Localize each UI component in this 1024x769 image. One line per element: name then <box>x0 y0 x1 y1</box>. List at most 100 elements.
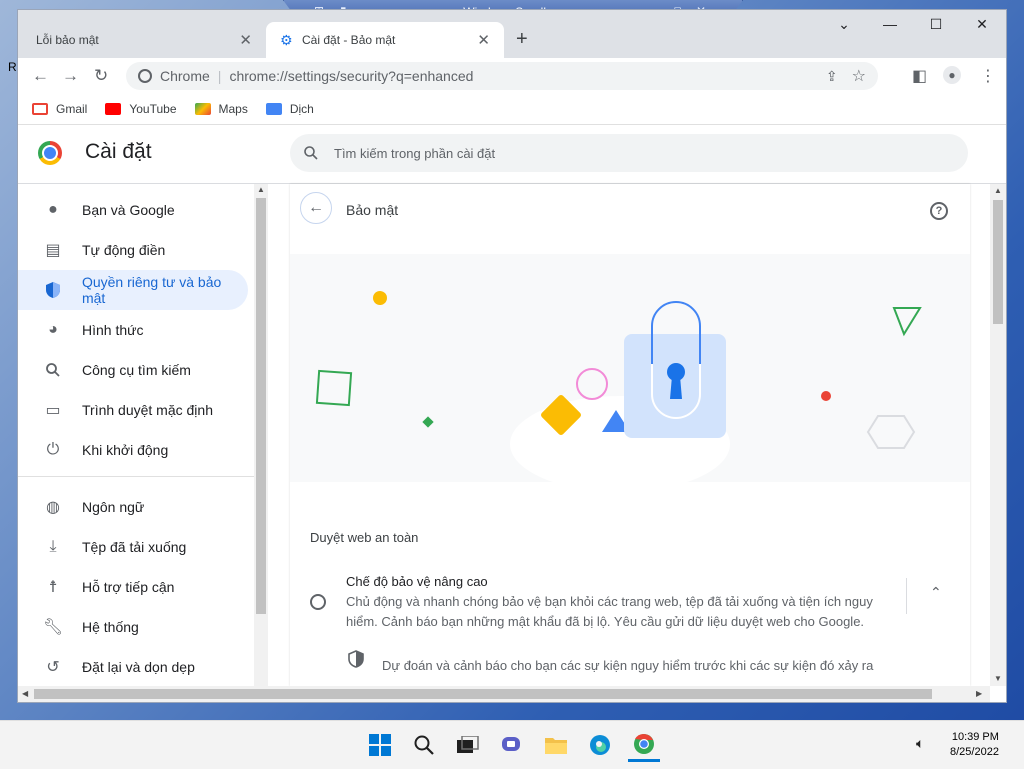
shield-icon <box>44 281 62 299</box>
minimize-button[interactable]: — <box>870 16 910 32</box>
volume-icon[interactable]: 🔈︎ <box>916 735 924 752</box>
clipboard-icon: ▤ <box>45 242 61 259</box>
sidebar-item-label: Bạn và Google <box>82 202 175 218</box>
palette-icon: ◕ <box>48 321 58 338</box>
bookmark-gmail[interactable]: Gmail <box>32 102 87 116</box>
sidebar-item-privacy-security[interactable]: Quyền riêng tư và bảo mật <box>18 270 248 310</box>
accessibility-icon: ☨ <box>48 579 58 596</box>
horizontal-scroll-thumb[interactable] <box>34 689 932 699</box>
enhanced-protection-title: Chế độ bảo vệ nâng cao <box>346 574 488 589</box>
restore-icon: ↺ <box>46 659 60 676</box>
sidebar-item-default-browser[interactable]: ▭ Trình duyệt mặc định <box>18 390 248 430</box>
bookmark-label: Maps <box>218 102 248 116</box>
bookmark-star-icon[interactable]: ☆ <box>852 66 866 86</box>
sidebar-item-label: Hỗ trợ tiếp cận <box>82 579 175 595</box>
sidebar-item-accessibility[interactable]: ☨ Hỗ trợ tiếp cận <box>18 567 248 607</box>
maps-icon <box>194 103 211 115</box>
taskbar: 🔈︎ <box>0 720 1024 769</box>
more-menu-icon[interactable]: ⋮ <box>980 66 996 86</box>
settings-sidebar: ● Bạn và Google ▤ Tự động điền Quyền riê… <box>18 184 254 686</box>
sidebar-item-label: Ngôn ngữ <box>82 499 145 515</box>
system-clock[interactable]: 10:39 PM 8/25/2022 <box>950 730 999 760</box>
close-tab-icon[interactable]: ✕ <box>239 31 252 49</box>
scroll-down-arrow-icon[interactable]: ▼ <box>994 674 1002 683</box>
sidebar-item-label: Khi khởi động <box>82 442 169 458</box>
sidebar-item-downloads[interactable]: ⤓ Tệp đã tải xuống <box>18 527 248 567</box>
scroll-up-arrow-icon[interactable]: ▲ <box>994 186 1002 195</box>
section-page-title: Bảo mật <box>346 202 399 218</box>
sidebar-item-languages[interactable]: ◍ Ngôn ngữ <box>18 487 248 527</box>
youtube-icon <box>105 103 122 115</box>
site-label: Chrome <box>160 68 210 84</box>
bookmark-maps[interactable]: Maps <box>194 102 248 116</box>
forward-arrow-icon[interactable]: → <box>62 66 79 86</box>
settings-search-input[interactable] <box>332 144 936 162</box>
horizontal-scrollbar[interactable]: ◀ ▶ <box>18 686 990 702</box>
back-arrow-icon[interactable]: ← <box>32 66 49 86</box>
chevron-up-icon[interactable]: ⌃ <box>930 584 942 601</box>
sidebar-item-autofill[interactable]: ▤ Tự động điền <box>18 230 248 270</box>
sidebar-scrollbar[interactable]: ▲ <box>254 184 268 686</box>
sidebar-item-appearance[interactable]: ◕ Hình thức <box>18 310 248 350</box>
security-illustration <box>290 254 970 492</box>
scroll-up-arrow-icon[interactable]: ▲ <box>257 185 265 194</box>
close-window-button[interactable]: ✕ <box>962 16 1002 33</box>
file-explorer-icon[interactable] <box>540 729 572 761</box>
download-icon: ⤓ <box>49 538 57 555</box>
sidebar-item-label: Hệ thống <box>82 619 139 635</box>
close-tab-icon[interactable]: ✕ <box>477 31 490 49</box>
sidebar-scroll-thumb[interactable] <box>256 198 266 614</box>
maximize-button[interactable]: ☐ <box>916 16 956 33</box>
chrome-window: Lỗi bảo mật ✕ ⚙ Cài đặt - Bảo mật ✕ + ⌄ … <box>18 10 1006 702</box>
share-icon[interactable]: ⇪ <box>826 68 838 85</box>
sidebar-item-you-and-google[interactable]: ● Bạn và Google <box>18 190 248 230</box>
sidebar-item-system[interactable]: 🔧︎ Hệ thống <box>18 607 248 647</box>
side-panel-icon[interactable]: ◧ <box>912 66 927 86</box>
search-icon <box>304 146 318 160</box>
search-icon[interactable] <box>408 729 440 761</box>
sidebar-item-on-startup[interactable]: ⏻ Khi khởi động <box>18 430 248 470</box>
scroll-left-arrow-icon[interactable]: ◀ <box>22 689 28 698</box>
sidebar-item-label: Tự động điền <box>82 242 166 258</box>
chrome-site-icon <box>138 69 152 83</box>
search-icon <box>44 361 62 379</box>
tab-settings-security[interactable]: ⚙ Cài đặt - Bảo mật ✕ <box>266 22 504 58</box>
back-button[interactable]: ← <box>300 192 332 224</box>
address-bar[interactable]: Chrome | chrome://settings/security?q=en… <box>126 62 878 90</box>
settings-header: Cài đặt <box>18 125 1006 184</box>
chrome-logo-icon <box>38 141 62 165</box>
tab-strip: Lỗi bảo mật ✕ ⚙ Cài đặt - Bảo mật ✕ + ⌄ … <box>18 10 1006 58</box>
help-icon[interactable]: ? <box>930 202 948 220</box>
new-tab-button[interactable]: + <box>516 28 528 50</box>
enhanced-protection-radio[interactable] <box>310 594 326 610</box>
settings-search[interactable] <box>290 134 968 172</box>
profile-avatar-icon[interactable]: ● <box>943 66 961 84</box>
shield-icon <box>348 650 364 668</box>
start-icon[interactable] <box>364 729 396 761</box>
enhanced-protection-detail: Dự đoán và cảnh báo cho bạn các sự kiện … <box>382 658 874 673</box>
sidebar-item-label: Quyền riêng tư và bảo mật <box>81 274 222 306</box>
chevron-down-icon[interactable]: ⌄ <box>824 16 864 33</box>
task-view-icon[interactable] <box>452 729 484 761</box>
desktop-edge-text: R <box>8 60 17 74</box>
chat-icon[interactable] <box>496 729 528 761</box>
content-scroll-thumb[interactable] <box>993 200 1003 324</box>
tab-title: Lỗi bảo mật <box>36 33 99 47</box>
tab-title: Cài đặt - Bảo mật <box>302 33 396 47</box>
gmail-icon <box>32 103 48 115</box>
bookmark-translate[interactable]: Dịch <box>265 102 314 116</box>
sidebar-divider <box>18 476 254 477</box>
padlock-illustration <box>315 291 922 492</box>
chrome-icon[interactable] <box>628 729 660 762</box>
scroll-right-arrow-icon[interactable]: ▶ <box>976 689 982 698</box>
sidebar-item-search-engine[interactable]: Công cụ tìm kiếm <box>18 350 248 390</box>
content-scrollbar[interactable]: ▲ ▼ <box>990 184 1006 686</box>
sidebar-item-label: Đặt lại và dọn dẹp <box>82 659 195 675</box>
reload-icon[interactable]: ↻ <box>94 66 108 86</box>
person-icon: ● <box>48 201 58 218</box>
power-icon: ⏻ <box>46 441 60 458</box>
tab-security-error[interactable]: Lỗi bảo mật ✕ <box>22 22 266 58</box>
edge-icon[interactable] <box>584 729 616 761</box>
bookmark-youtube[interactable]: YouTube <box>105 102 177 116</box>
sidebar-item-reset-cleanup[interactable]: ↺ Đặt lại và dọn dẹp <box>18 647 248 686</box>
